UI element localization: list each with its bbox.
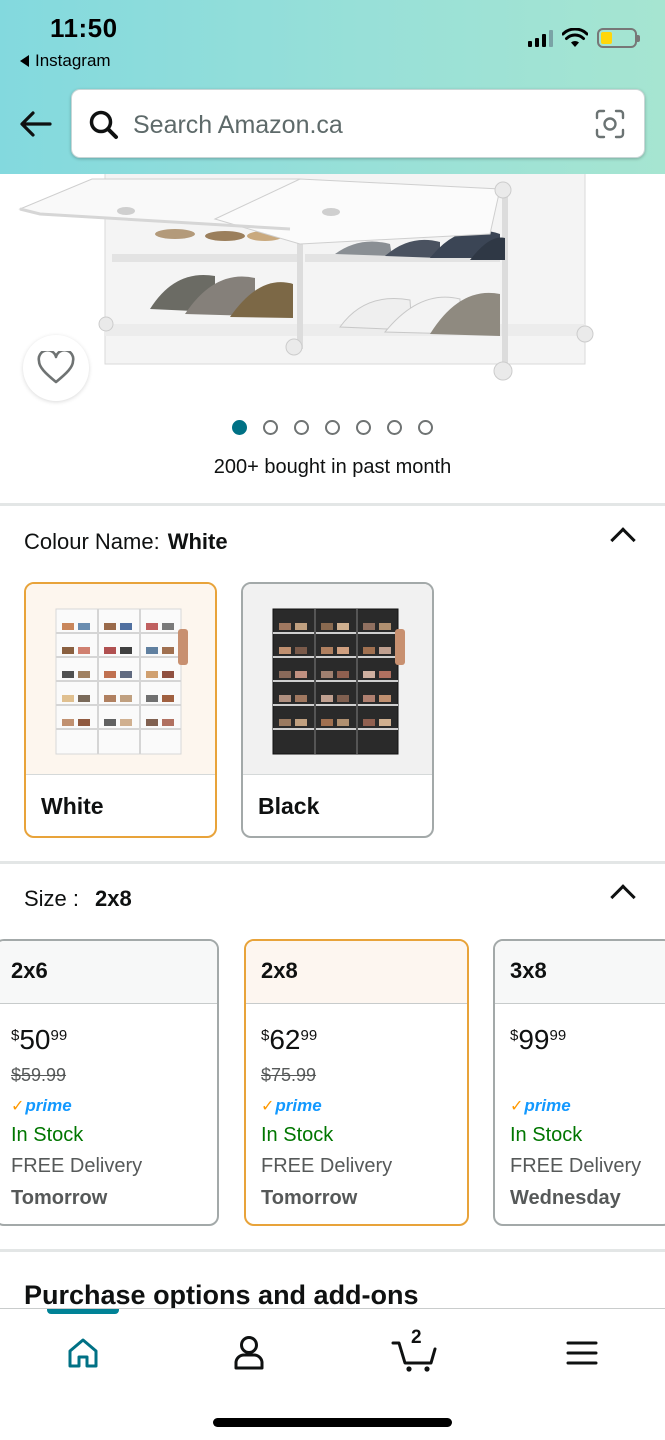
- back-triangle-icon: [20, 55, 29, 67]
- colour-option-black[interactable]: Black: [241, 582, 434, 838]
- shoe-rack-photo: [18, 174, 594, 381]
- white-rack-thumbnail: [26, 584, 215, 775]
- price: $62 99: [261, 1024, 318, 1055]
- size-option-3x8[interactable]: 3x8 $99 99 ✓ prime In Stock FREE Delivery …: [493, 939, 665, 1226]
- section-divider: [0, 1249, 665, 1252]
- wifi-icon: [562, 28, 588, 47]
- size-heading: Size : 2x8: [24, 886, 132, 912]
- size-label: Size :: [24, 886, 80, 911]
- wishlist-button[interactable]: [23, 335, 89, 401]
- pagination-dot[interactable]: [418, 420, 433, 435]
- price: $99 99: [510, 1024, 567, 1055]
- size-option-label: 3x8: [495, 941, 665, 1004]
- bought-in-past-month: 200+ bought in past month: [213, 456, 452, 478]
- prime-check-icon: ✓: [11, 1098, 25, 1115]
- stock-status: In Stock: [261, 1124, 334, 1146]
- cart-count-badge: 2: [411, 1327, 422, 1348]
- cellular-signal-icon: [528, 29, 553, 47]
- delivery-text: FREE Delivery: [510, 1155, 642, 1177]
- colour-name-heading: Colour Name: White: [24, 529, 228, 555]
- battery-icon: [597, 28, 640, 48]
- pagination-dot[interactable]: [356, 420, 371, 435]
- bottom-nav: 2: [0, 1308, 665, 1440]
- colour-option-label: Black: [258, 793, 320, 819]
- list-price: [510, 1065, 665, 1086]
- prime-check-icon: ✓: [261, 1098, 275, 1115]
- list-price: $59.99: [11, 1065, 67, 1085]
- delivery-day: Tomorrow: [261, 1187, 358, 1209]
- stock-status: In Stock: [11, 1124, 84, 1146]
- purchase-options-heading: Purchase options and add-ons: [24, 1280, 419, 1310]
- search-placeholder: Search Amazon.ca: [133, 111, 343, 139]
- search-input[interactable]: Search Amazon.ca: [71, 89, 645, 158]
- pagination-dot[interactable]: [263, 420, 278, 435]
- size-option-2x6[interactable]: 2x6 $50 99 $59.99 ✓ prime In Stock FREE De…: [0, 939, 219, 1226]
- nav-cart[interactable]: 2: [390, 1327, 440, 1375]
- camera-search-icon[interactable]: [594, 108, 626, 140]
- chevron-up-icon[interactable]: [610, 527, 636, 553]
- back-to-instagram-link[interactable]: Instagram: [20, 51, 111, 71]
- home-indicator: [213, 1418, 452, 1427]
- account-icon: [234, 1336, 264, 1370]
- hamburger-menu-icon: [566, 1341, 598, 1365]
- pagination-dot[interactable]: [387, 420, 402, 435]
- pagination-dot[interactable]: [294, 420, 309, 435]
- chevron-up-icon[interactable]: [610, 884, 636, 910]
- status-icons: [528, 28, 640, 48]
- status-time: 11:50: [50, 13, 118, 43]
- nav-home[interactable]: [58, 1331, 108, 1375]
- size-selected-value: 2x8: [95, 886, 132, 911]
- size-option-2x8[interactable]: 2x8 $62 99 $75.99 ✓ prime In Stock FREE De…: [244, 939, 469, 1226]
- nav-menu[interactable]: [557, 1331, 607, 1375]
- delivery-text: FREE Delivery: [11, 1155, 143, 1177]
- heart-icon: [37, 351, 75, 384]
- colour-option-white[interactable]: White: [24, 582, 217, 838]
- prime-badge: ✓ prime: [11, 1096, 72, 1115]
- prime-badge: ✓ prime: [510, 1096, 571, 1115]
- delivery-day: Tomorrow: [11, 1187, 108, 1209]
- prime-check-icon: ✓: [510, 1098, 524, 1115]
- home-icon: [68, 1338, 98, 1368]
- pagination-dot[interactable]: [232, 420, 247, 435]
- search-icon: [89, 110, 118, 139]
- active-tab-indicator: [47, 1309, 119, 1314]
- stock-status: In Stock: [510, 1124, 583, 1146]
- size-option-label: 2x6: [0, 941, 217, 1004]
- list-price: $75.99: [261, 1065, 317, 1085]
- top-header: 11:50 Instagram Search Amazon.ca: [0, 0, 665, 174]
- colour-selected-value: White: [167, 529, 228, 554]
- size-option-label: 2x8: [246, 941, 467, 1004]
- image-pagination-dots[interactable]: [0, 420, 665, 435]
- delivery-day: Wednesday: [510, 1187, 621, 1209]
- prime-badge: ✓ prime: [261, 1096, 322, 1115]
- section-divider: [0, 503, 665, 506]
- back-arrow-icon[interactable]: [18, 106, 54, 142]
- colour-option-label: White: [41, 793, 104, 819]
- black-rack-thumbnail: [243, 584, 432, 775]
- product-image[interactable]: [0, 174, 665, 390]
- colour-label: Colour Name:: [24, 529, 160, 554]
- delivery-text: FREE Delivery: [261, 1155, 393, 1177]
- pagination-dot[interactable]: [325, 420, 340, 435]
- nav-account[interactable]: [224, 1331, 274, 1375]
- section-divider: [0, 861, 665, 864]
- price: $50 99: [11, 1024, 68, 1055]
- back-app-label: Instagram: [35, 51, 111, 70]
